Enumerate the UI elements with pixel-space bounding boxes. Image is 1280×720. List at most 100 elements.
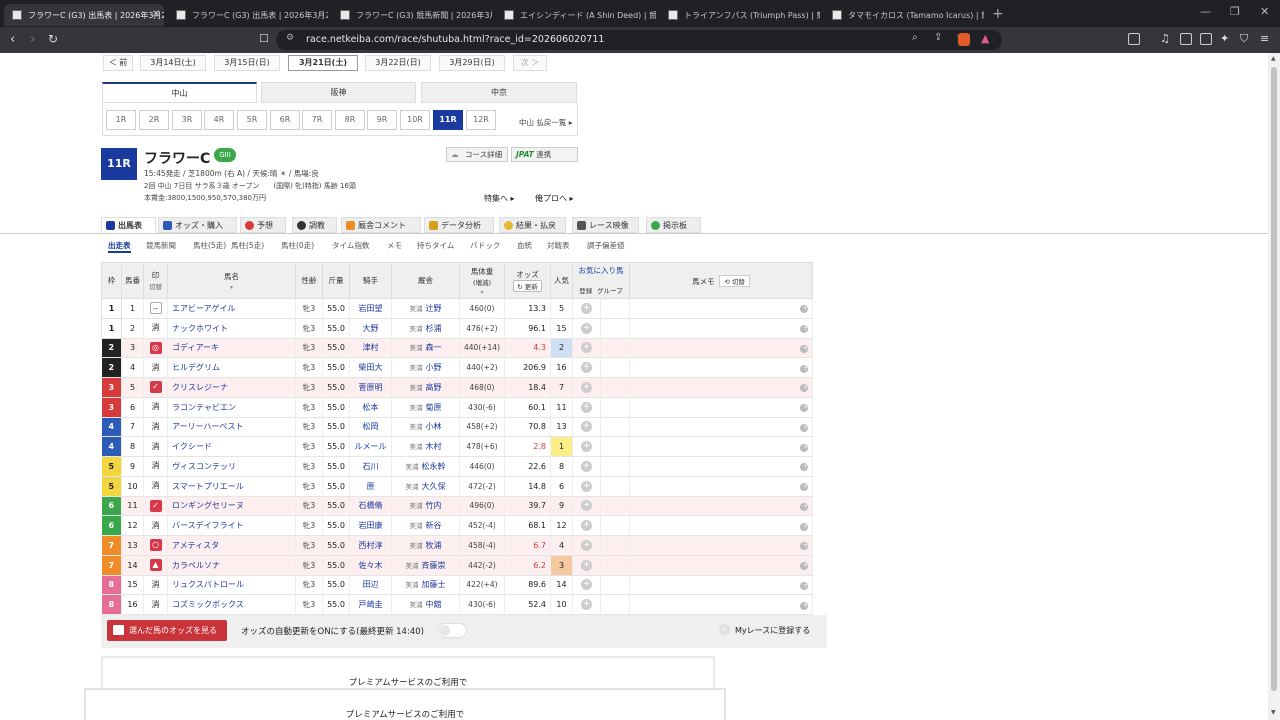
- prediction-mark[interactable]: ▲: [149, 559, 162, 572]
- jockey-link[interactable]: 松岡: [349, 417, 392, 438]
- subtab-umabashira-0[interactable]: 馬柱(0走): [281, 240, 314, 251]
- favorite-group-cell[interactable]: [600, 417, 630, 438]
- add-memo-icon[interactable]: +: [800, 483, 808, 492]
- horse-name-link[interactable]: ヴィスコンテッリ: [167, 456, 296, 477]
- scrollbar-thumb[interactable]: [1271, 67, 1277, 691]
- prediction-mark[interactable]: 消: [150, 599, 162, 611]
- favorite-group-cell[interactable]: [600, 298, 630, 319]
- page-scrollbar[interactable]: ▲ ▼: [1268, 53, 1280, 720]
- subtab-umabashira[interactable]: 馬柱(5走): [193, 240, 226, 251]
- memo-cell[interactable]: +: [629, 298, 813, 319]
- jockey-link[interactable]: 柴田大: [349, 357, 392, 378]
- horse-name-link[interactable]: エアビーアゲイル: [167, 298, 296, 319]
- memo-cell[interactable]: +: [629, 436, 813, 457]
- favorite-register-cell[interactable]: +: [572, 338, 601, 359]
- jockey-link[interactable]: 佐々木: [349, 555, 392, 576]
- browser-tab[interactable]: フラワーC (G3) 出馬表 | 2026年3月21日: [168, 4, 328, 26]
- trainer-link[interactable]: 大久保: [422, 482, 446, 491]
- add-favorite-icon[interactable]: +: [581, 401, 592, 413]
- trainer-link[interactable]: 小野: [426, 363, 442, 372]
- venue-tab-chukyo[interactable]: 中京: [421, 82, 577, 103]
- favorite-group-cell[interactable]: [600, 555, 630, 576]
- trainer-link[interactable]: 松永幹: [422, 462, 446, 471]
- favorite-group-cell[interactable]: [600, 515, 630, 536]
- odds-value[interactable]: 60.1: [504, 397, 551, 418]
- favorite-group-cell[interactable]: [600, 496, 630, 517]
- blog-link[interactable]: 俺プロへ ▸: [535, 193, 574, 204]
- prediction-mark[interactable]: ◎: [149, 341, 162, 354]
- prediction-mark[interactable]: --: [149, 302, 162, 315]
- prediction-mark[interactable]: 消: [150, 460, 162, 472]
- jockey-link[interactable]: 原: [349, 476, 392, 497]
- trainer-link[interactable]: 加藤士: [422, 580, 446, 589]
- ipat-link-button[interactable]: JPAT 連携: [511, 147, 578, 162]
- memo-cell[interactable]: +: [629, 594, 813, 615]
- prediction-mark[interactable]: 消: [150, 421, 162, 433]
- add-memo-icon[interactable]: +: [800, 423, 808, 432]
- favorite-register-cell[interactable]: +: [572, 535, 601, 556]
- horse-name-link[interactable]: ロンギングセリーヌ: [167, 496, 296, 517]
- add-favorite-icon[interactable]: +: [581, 500, 592, 512]
- trainer-link[interactable]: 竹内: [426, 501, 442, 510]
- prev-date-button[interactable]: ＜ 前: [103, 55, 133, 71]
- jockey-link[interactable]: 田辺: [349, 575, 392, 596]
- favorite-group-cell[interactable]: [600, 338, 630, 359]
- mark-cell[interactable]: 消: [143, 357, 168, 378]
- jockey-link[interactable]: 石川: [349, 456, 392, 477]
- memo-toggle-button[interactable]: ⟲ 切替: [719, 274, 750, 287]
- tab-data-analysis[interactable]: データ分析: [424, 217, 494, 233]
- odds-value[interactable]: 206.9: [504, 357, 551, 378]
- horse-name-link[interactable]: クリスレジーナ: [167, 377, 296, 398]
- col-bodyweight[interactable]: 馬体重 (増減) ▾: [459, 262, 505, 299]
- race-8r-button[interactable]: 8R: [335, 110, 365, 130]
- trainer-link[interactable]: 辻野: [426, 304, 442, 313]
- bookmark-icon[interactable]: ☐: [259, 32, 269, 45]
- odds-value[interactable]: 13.3: [504, 298, 551, 319]
- reload-icon[interactable]: ↻: [48, 32, 58, 46]
- favorite-register-cell[interactable]: +: [572, 357, 601, 378]
- favorite-register-cell[interactable]: +: [572, 298, 601, 319]
- horse-name-link[interactable]: ラコンテャビエン: [167, 397, 296, 418]
- jockey-link[interactable]: 松本: [349, 397, 392, 418]
- odds-refresh-button[interactable]: ↻ 更新: [513, 280, 542, 292]
- add-memo-icon[interactable]: +: [800, 384, 808, 393]
- col-weight[interactable]: 斤量: [322, 262, 350, 299]
- trainer-link[interactable]: 杉浦: [426, 324, 442, 333]
- favorite-register-cell[interactable]: +: [572, 496, 601, 517]
- tab-bbs[interactable]: 掲示板: [646, 217, 701, 233]
- date-button[interactable]: 3月15日(日): [214, 55, 280, 71]
- mark-cell[interactable]: 消: [143, 436, 168, 457]
- trainer-link[interactable]: 森一: [426, 343, 442, 352]
- odds-value[interactable]: 68.1: [504, 515, 551, 536]
- race-payout-list-link[interactable]: 中山 払戻一覧 ▸: [519, 117, 573, 128]
- my-race-register-link[interactable]: Myレースに登録する: [735, 625, 810, 636]
- race-11r-button[interactable]: 11R: [433, 110, 463, 130]
- favorite-group-cell[interactable]: [600, 397, 630, 418]
- race-2r-button[interactable]: 2R: [139, 110, 169, 130]
- jockey-link[interactable]: ルメール: [349, 436, 392, 457]
- race-3r-button[interactable]: 3R: [172, 110, 202, 130]
- brave-shield-icon[interactable]: [958, 33, 970, 46]
- back-icon[interactable]: ‹: [10, 32, 15, 47]
- site-info-icon[interactable]: ⚙: [286, 33, 294, 43]
- menu-icon[interactable]: ≡: [1260, 32, 1269, 45]
- tab-race-video[interactable]: レース映像: [572, 217, 639, 233]
- subtab-newspaper[interactable]: 競馬新聞: [146, 240, 176, 251]
- race-7r-button[interactable]: 7R: [302, 110, 332, 130]
- race-12r-button[interactable]: 12R: [466, 110, 496, 130]
- jockey-link[interactable]: 石橋脩: [349, 496, 392, 517]
- mark-cell[interactable]: ✓: [143, 496, 168, 517]
- mark-cell[interactable]: 消: [143, 417, 168, 438]
- mark-cell[interactable]: ◎: [143, 338, 168, 359]
- trainer-link[interactable]: 菊原: [426, 403, 442, 412]
- odds-value[interactable]: 4.3: [504, 338, 551, 359]
- memo-cell[interactable]: +: [629, 496, 813, 517]
- memo-cell[interactable]: +: [629, 515, 813, 536]
- trainer-link[interactable]: 木村: [426, 442, 442, 451]
- add-favorite-icon[interactable]: +: [581, 559, 592, 571]
- subtab-form-index[interactable]: 調子偏差値: [587, 240, 625, 251]
- mark-cell[interactable]: 消: [143, 476, 168, 497]
- subtab-paddock[interactable]: パドック: [470, 240, 500, 251]
- trainer-link[interactable]: 牧浦: [426, 541, 442, 550]
- race-6r-button[interactable]: 6R: [270, 110, 300, 130]
